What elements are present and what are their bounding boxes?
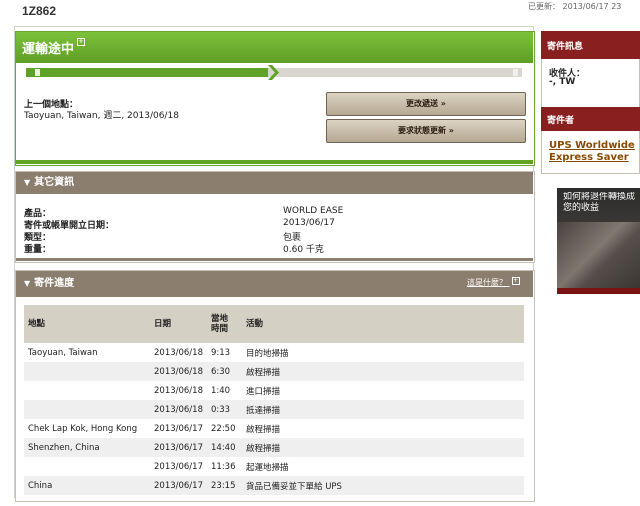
table-row: Taoyuan, Taiwan 2013/06/18 9:13 目的地掃描 — [24, 343, 524, 362]
table-row: 2013/06/18 6:30 啟程掃描 — [24, 362, 524, 381]
info-square-icon[interactable]: + — [77, 38, 86, 46]
progress-table: 地點 日期 當地 時間 活動 Taoyuan, Taiwan 2013/06/1… — [24, 305, 524, 495]
shipper-header: 寄件者 — [541, 107, 640, 131]
row-location — [24, 400, 150, 419]
progress-title: 寄件進度 — [34, 278, 75, 289]
table-row: Shenzhen, China 2013/06/17 14:40 啟程掃描 — [24, 438, 524, 457]
product-value: WORLD EASE — [283, 206, 344, 216]
row-location — [24, 381, 150, 400]
other-info-title: 其它資訊 — [34, 177, 75, 188]
table-row: 2013/06/18 0:33 抵達掃描 — [24, 400, 524, 419]
shipment-info-header: 寄件訊息 — [541, 31, 640, 59]
table-row: China 2013/06/17 23:15 貨品已備妥並下單給 UPS — [24, 476, 524, 495]
row-date: 2013/06/17 — [150, 476, 207, 495]
service-link[interactable]: UPS Worldwide Express Saver — [549, 140, 640, 164]
status-bottom-rule — [16, 160, 533, 164]
col-location: 地點 — [24, 305, 150, 343]
weight-value: 0.60 千克 — [283, 245, 324, 255]
status-title-text: 運輸途中 — [22, 42, 75, 57]
change-delivery-button[interactable]: 更改遞送 » — [326, 92, 526, 116]
ad-text: 如何將退件轉換成您的收益 — [563, 192, 636, 213]
row-date: 2013/06/17 — [150, 438, 207, 457]
status-title: 運輸途中+ — [22, 38, 86, 57]
row-date: 2013/06/17 — [154, 423, 203, 434]
what-is-this-link[interactable]: 這是什麼？ + — [467, 277, 520, 288]
row-date: 2013/06/18 — [154, 347, 203, 358]
progress-header[interactable]: ▼ 寄件進度 — [16, 271, 533, 297]
col-time: 當地 時間 — [207, 305, 242, 343]
row-time: 6:30 — [207, 362, 242, 381]
row-activity: 進口掃描 — [246, 386, 281, 397]
last-location-value: Taoyuan, Taiwan, 週二, 2013/06/18 — [24, 111, 179, 121]
row-activity: 起運地掃描 — [246, 462, 289, 473]
progress-end-marker — [513, 69, 518, 76]
table-row: 2013/06/17 11:36 起運地掃描 — [24, 457, 524, 476]
row-location — [24, 457, 150, 476]
collapse-triangle-icon: ▼ — [24, 178, 31, 187]
col-time-text: 當地 時間 — [211, 314, 229, 334]
progress-fill — [26, 68, 268, 77]
row-date: 2013/06/18 — [150, 362, 207, 381]
row-date: 2013/06/18 — [150, 400, 207, 419]
row-time: 1:40 — [211, 385, 231, 396]
status-header — [16, 32, 533, 63]
row-date: 2013/06/18 — [154, 385, 203, 396]
row-time: 9:13 — [211, 347, 231, 358]
row-date: 2013/06/17 — [154, 461, 203, 472]
table-row: Chek Lap Kok, Hong Kong 2013/06/17 22:50… — [24, 419, 524, 438]
row-location — [24, 362, 150, 381]
row-time: 11:36 — [211, 461, 236, 472]
row-activity: 啟程掃描 — [242, 362, 524, 381]
shipment-info-title: 寄件訊息 — [547, 42, 584, 52]
row-time: 14:40 — [207, 438, 242, 457]
row-activity: 啟程掃描 — [242, 438, 524, 457]
weight-label: 重量： — [24, 245, 52, 255]
row-location: Shenzhen, China — [24, 438, 150, 457]
row-activity: 目的地掃描 — [246, 348, 289, 359]
row-location: Chek Lap Kok, Hong Kong — [28, 423, 138, 434]
last-updated: 已更新： 2013/06/17 23 — [528, 2, 622, 11]
row-activity: 貨品已備妥並下單給 UPS — [242, 476, 524, 495]
shipper-title: 寄件者 — [547, 116, 575, 126]
table-row: 2013/06/18 1:40 進口掃描 — [24, 381, 524, 400]
recipient-value: -, TW — [549, 77, 576, 87]
row-time: 23:15 — [207, 476, 242, 495]
what-is-this-text: 這是什麼？ — [467, 278, 507, 287]
tracking-number: 1Z862 — [22, 4, 57, 18]
collapse-triangle-icon: ▼ — [24, 279, 31, 288]
other-info-header[interactable]: ▼ 其它資訊 — [16, 172, 533, 194]
col-activity: 活動 — [242, 305, 524, 343]
row-location: China — [24, 476, 150, 495]
other-info-bottom-rule — [16, 258, 533, 261]
ship-date-value: 2013/06/17 — [283, 218, 335, 228]
progress-arrow-icon — [268, 65, 279, 80]
row-activity: 抵達掃描 — [242, 400, 524, 419]
request-update-button[interactable]: 要求狀態更新 » — [326, 119, 526, 143]
row-activity: 啟程掃描 — [246, 424, 281, 435]
row-location: Taoyuan, Taiwan — [28, 347, 98, 358]
progress-table-wrap: 地點 日期 當地 時間 活動 Taoyuan, Taiwan 2013/06/1… — [24, 305, 524, 495]
table-header-row: 地點 日期 當地 時間 活動 — [24, 305, 524, 343]
row-time: 0:33 — [207, 400, 242, 419]
col-date: 日期 — [150, 305, 207, 343]
info-square-icon: + — [511, 277, 520, 285]
ad-photo — [557, 222, 640, 288]
row-time: 22:50 — [211, 423, 236, 434]
progress-start-marker — [35, 69, 40, 76]
ad-bottom-bar — [557, 288, 640, 294]
